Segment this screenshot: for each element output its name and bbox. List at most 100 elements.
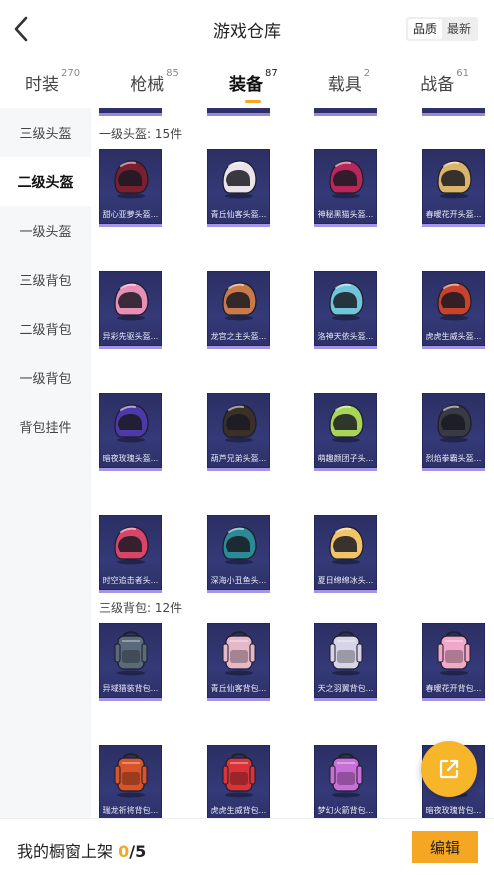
item-name: 虎虎生威背包... <box>210 806 267 815</box>
item-name: 春暖花开背包... <box>425 684 482 693</box>
item-card[interactable]: 青丘仙客头盔... <box>207 149 270 227</box>
backpack-image <box>207 745 270 803</box>
category-tab-label: 战备 <box>420 75 455 95</box>
item-card[interactable]: 异域猎装背包... <box>99 623 162 701</box>
category-tab-label: 枪械 <box>130 75 165 95</box>
backpack-image <box>314 623 377 681</box>
helmet-image <box>422 393 485 451</box>
sidebar-item[interactable]: 三级头盔 <box>0 108 91 157</box>
item-card[interactable]: 萌趣颜团子头... <box>314 393 377 471</box>
warehouse-screen: 游戏仓库 品质 最新 时装 270 枪械 85 装备 87 载具 2 战备 61 三级头盔 二级头盔… <box>0 0 494 875</box>
sidebar-item[interactable]: 三级背包 <box>0 255 91 304</box>
item-name: 异域猎装背包... <box>102 684 159 693</box>
helmet-image <box>207 149 270 207</box>
category-tab-count: 61 <box>456 68 469 79</box>
item-card-partial[interactable] <box>314 108 377 116</box>
item-card[interactable]: 瑞龙祈将背包... <box>99 745 162 818</box>
helmet-image <box>422 271 485 329</box>
item-name: 虎虎生威头盔... <box>425 332 482 341</box>
item-name: 天之羽翼背包... <box>317 684 374 693</box>
item-name: 烈焰拳霸头盔... <box>425 454 482 463</box>
item-name: 洛神天依头盔... <box>317 332 374 341</box>
previous-section-peek <box>91 108 494 118</box>
item-name: 瑞龙祈将背包... <box>102 806 159 815</box>
item-grid-area: 一级头盔: 15件甜心亚萝头盔... 青丘仙客头盔... 神秘黑猫头盔... 春暖花开… <box>91 108 494 818</box>
item-name: 青丘仙客背包... <box>210 684 267 693</box>
backpack-image <box>422 623 485 681</box>
sidebar-item[interactable]: 背包挂件 <box>0 402 91 451</box>
item-card[interactable]: 烈焰拳霸头盔... <box>422 393 485 471</box>
item-name: 神秘黑猫头盔... <box>317 210 374 219</box>
helmet-image <box>314 149 377 207</box>
item-card[interactable]: 龙宫之主头盔... <box>207 271 270 349</box>
helmet-image <box>207 271 270 329</box>
helmet-image <box>99 393 162 451</box>
item-card[interactable]: 春暖花开背包... <box>422 623 485 701</box>
item-name: 夏日绵绵冰头... <box>317 576 374 585</box>
item-card[interactable]: 深海小丑鱼头... <box>207 515 270 593</box>
section-title: 一级头盔: 15件 <box>99 127 183 141</box>
showcase-total-count: /5 <box>129 842 147 861</box>
helmet-image <box>99 271 162 329</box>
backpack-image <box>207 623 270 681</box>
item-name: 梦幻火箭背包... <box>317 806 374 815</box>
category-tab-count: 270 <box>61 68 81 79</box>
category-tab[interactable]: 枪械 85 <box>130 68 179 103</box>
helmet-image <box>207 515 270 573</box>
sidebar-item[interactable]: 一级背包 <box>0 353 91 402</box>
item-card[interactable]: 青丘仙客背包... <box>207 623 270 701</box>
category-tab-label: 载具 <box>327 75 362 95</box>
item-name: 时空追击者头... <box>102 576 159 585</box>
backpack-image <box>99 623 162 681</box>
item-card[interactable]: 甜心亚萝头盔... <box>99 149 162 227</box>
item-card[interactable]: 时空追击者头... <box>99 515 162 593</box>
edit-button[interactable]: 编辑 <box>412 831 478 863</box>
helmet-image <box>99 515 162 573</box>
share-button[interactable] <box>421 741 477 797</box>
item-name: 青丘仙客头盔... <box>210 210 267 219</box>
category-tab[interactable]: 战备 61 <box>420 68 469 103</box>
header: 游戏仓库 品质 最新 <box>0 0 494 58</box>
item-name: 龙宫之主头盔... <box>210 332 267 341</box>
item-name: 春暖花开头盔... <box>425 210 482 219</box>
showcase-status: 我的橱窗上架 0/5 <box>17 838 146 862</box>
sidebar-item[interactable]: 一级头盔 <box>0 206 91 255</box>
item-card[interactable]: 异彩先驱头盔... <box>99 271 162 349</box>
sort-quality-option[interactable]: 品质 <box>407 19 442 39</box>
helmet-image <box>314 271 377 329</box>
helmet-image <box>207 393 270 451</box>
backpack-image <box>99 745 162 803</box>
item-card[interactable]: 洛神天依头盔... <box>314 271 377 349</box>
item-card-partial[interactable] <box>422 108 485 116</box>
item-name: 萌趣颜团子头... <box>317 454 374 463</box>
category-tab-label: 时装 <box>25 75 60 95</box>
item-card[interactable]: 虎虎生威头盔... <box>422 271 485 349</box>
category-tab[interactable]: 载具 2 <box>327 68 371 103</box>
item-card[interactable]: 夏日绵绵冰头... <box>314 515 377 593</box>
sidebar-item[interactable]: 二级头盔 <box>0 157 91 206</box>
item-name: 暗夜玫瑰背包... <box>425 806 482 815</box>
item-name: 甜心亚萝头盔... <box>102 210 159 219</box>
item-name: 深海小丑鱼头... <box>210 576 267 585</box>
item-card-partial[interactable] <box>99 108 162 116</box>
sort-newest-option[interactable]: 最新 <box>442 19 476 39</box>
category-tab[interactable]: 时装 270 <box>25 68 81 103</box>
item-card[interactable]: 春暖花开头盔... <box>422 149 485 227</box>
helmet-image <box>314 515 377 573</box>
category-tab[interactable]: 装备 87 <box>229 68 278 103</box>
item-card[interactable]: 葫芦兄弟头盔... <box>207 393 270 471</box>
category-tab-count: 2 <box>363 68 371 79</box>
item-card[interactable]: 暗夜玫瑰头盔... <box>99 393 162 471</box>
item-card[interactable]: 天之羽翼背包... <box>314 623 377 701</box>
backpack-image <box>314 745 377 803</box>
item-card[interactable]: 梦幻火箭背包... <box>314 745 377 818</box>
item-card[interactable]: 神秘黑猫头盔... <box>314 149 377 227</box>
share-external-icon <box>439 759 459 779</box>
item-card[interactable]: 虎虎生威背包... <box>207 745 270 818</box>
category-tabs: 时装 270 枪械 85 装备 87 载具 2 战备 61 <box>0 58 494 108</box>
sidebar-item[interactable]: 二级背包 <box>0 304 91 353</box>
helmet-image <box>314 393 377 451</box>
showcase-label-text: 我的橱窗上架 <box>17 842 114 861</box>
item-card-partial[interactable] <box>207 108 270 116</box>
item-name: 暗夜玫瑰头盔... <box>102 454 159 463</box>
